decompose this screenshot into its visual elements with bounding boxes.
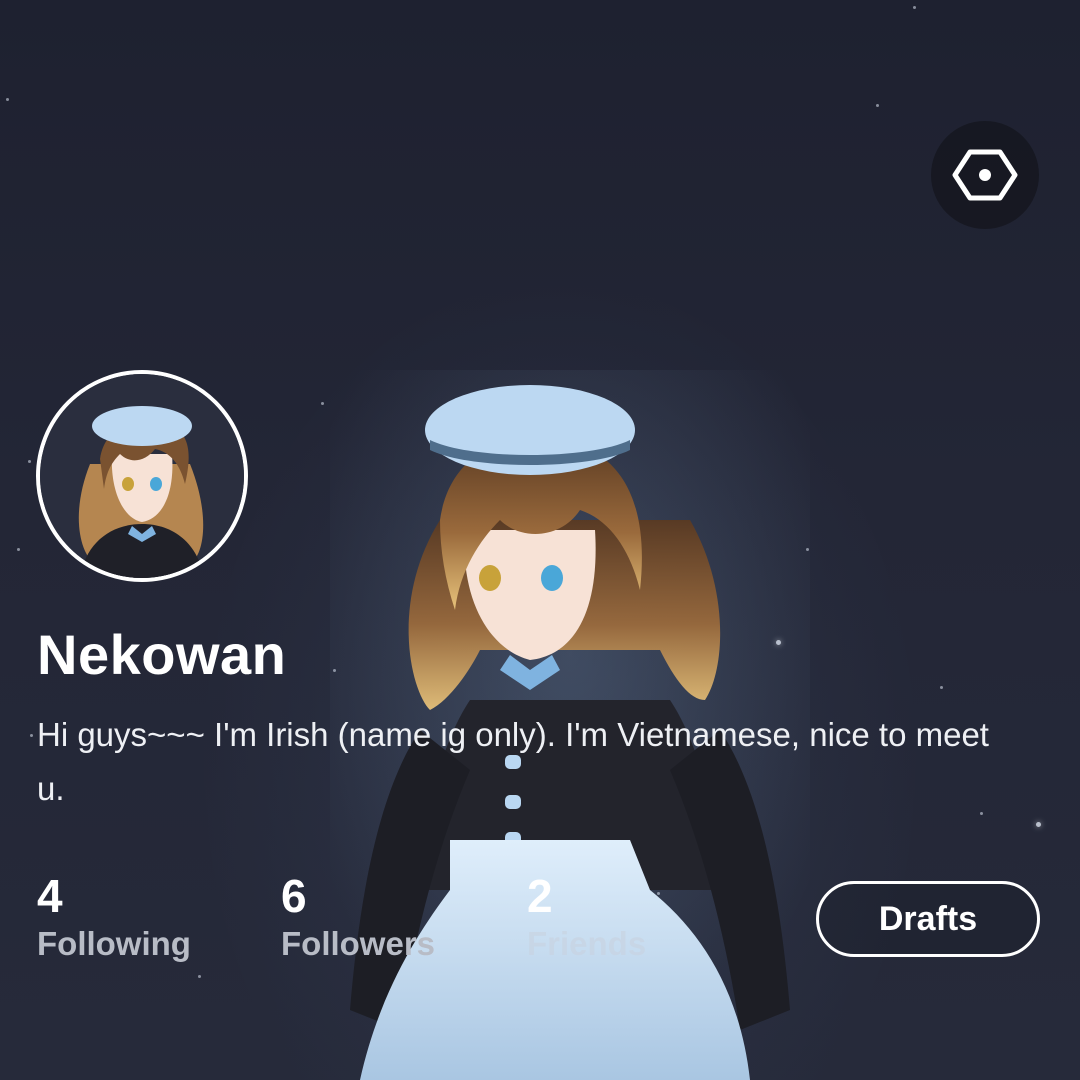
following-count: 4 <box>37 870 63 922</box>
friends-label: Friends <box>527 925 647 962</box>
profile-screen: Nekowan Hi guys~~~ I'm Irish (name ig on… <box>0 0 1080 1080</box>
stat-friends[interactable]: 2 Friends <box>527 868 646 966</box>
profile-username: Nekowan <box>37 623 287 686</box>
followers-count: 6 <box>281 870 307 922</box>
followers-label: Followers <box>281 925 436 962</box>
hexagon-settings-icon <box>952 149 1018 201</box>
stat-followers[interactable]: 6 Followers <box>281 868 435 966</box>
profile-bio: Hi guys~~~ I'm Irish (name ig only). I'm… <box>37 716 989 807</box>
friends-count: 2 <box>527 870 553 922</box>
following-label: Following <box>37 925 191 962</box>
settings-button[interactable] <box>931 121 1039 229</box>
avatar[interactable] <box>36 370 248 582</box>
stat-following[interactable]: 4 Following <box>37 868 191 966</box>
drafts-button[interactable]: Drafts <box>816 881 1040 957</box>
